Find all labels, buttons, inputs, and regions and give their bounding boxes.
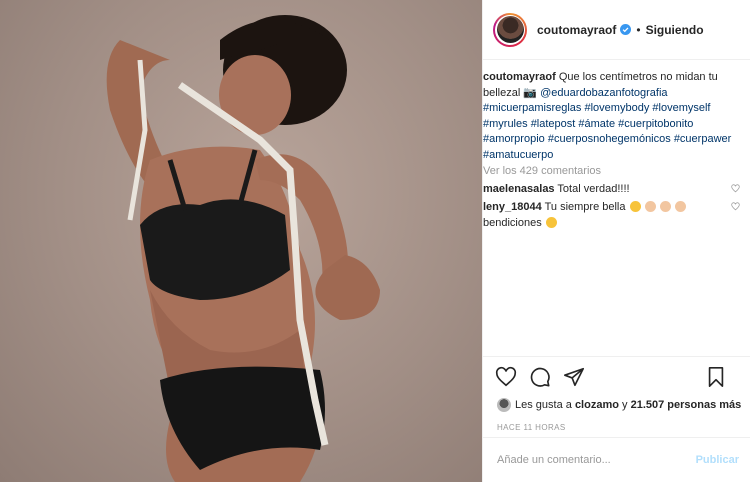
heart-icon[interactable]: [495, 366, 517, 388]
comments-area: coutomayraof Que los centímetros no mida…: [483, 60, 750, 356]
hashtag-link[interactable]: #myrules: [483, 118, 528, 130]
hashtag-link[interactable]: #cuerposnohegemónicos: [548, 133, 671, 145]
post-actions: Les gusta a clozamo y 21.507 personas má…: [483, 356, 750, 432]
add-comment-bar: Publicar: [483, 437, 750, 482]
header-username[interactable]: coutomayraof: [537, 23, 616, 37]
post-header: coutomayraof • Siguiendo: [483, 0, 750, 60]
hashtag-link[interactable]: #amorpropio: [483, 133, 545, 145]
photo-illustration: [106, 15, 380, 482]
comment-text: Tu siempre bella: [544, 201, 626, 213]
bookmark-icon[interactable]: [705, 366, 727, 388]
comment-username[interactable]: maelenasalas: [483, 183, 555, 195]
comment-username[interactable]: leny_18044: [483, 201, 542, 213]
likes-summary: Les gusta a clozamo y 21.507 personas má…: [483, 397, 750, 413]
comment-text: Total verdad!!!!: [557, 183, 630, 195]
kiss-emoji: [545, 217, 557, 228]
hashtag-link[interactable]: #lovemybody: [585, 102, 650, 114]
likes-count[interactable]: 21.507 personas más: [631, 399, 742, 411]
comment-item: leny_18044 Tu siempre bella bendiciones: [483, 199, 740, 231]
action-bar: [483, 357, 750, 397]
heart-icon[interactable]: [731, 184, 740, 193]
hashtag-link[interactable]: #ámate: [578, 118, 615, 130]
likes-middle: y: [622, 399, 628, 411]
post-side-panel: coutomayraof • Siguiendo coutomayraof Qu…: [482, 0, 750, 482]
hashtag-link[interactable]: #micuerpamisreglas: [483, 102, 581, 114]
verified-icon: [620, 24, 632, 35]
caption-mention[interactable]: @eduardobazanfotografia: [540, 87, 667, 99]
heart-eyes-emoji: [629, 201, 641, 212]
hashtag-link[interactable]: #cuerpitobonito: [618, 118, 693, 130]
liker-avatar[interactable]: [497, 398, 511, 412]
liker-username[interactable]: clozamo: [575, 399, 619, 411]
profile-avatar[interactable]: [493, 12, 527, 47]
share-icon[interactable]: [563, 366, 585, 388]
clap-emoji: [659, 201, 671, 212]
post-caption: coutomayraof Que los centímetros no mida…: [483, 70, 740, 163]
hashtag-link[interactable]: #cuerpawer: [674, 133, 731, 145]
publish-button[interactable]: Publicar: [696, 454, 739, 466]
post-photo[interactable]: [0, 0, 482, 482]
likes-prefix: Les gusta a: [515, 399, 572, 411]
clap-emoji: [644, 201, 656, 212]
view-all-comments-link[interactable]: Ver los 429 comentarios: [483, 164, 740, 179]
clap-emoji: [674, 201, 686, 212]
hashtag-link[interactable]: #latepost: [531, 118, 576, 130]
camera-emoji: 📷: [523, 86, 538, 99]
hashtag-link[interactable]: #lovemyself: [652, 102, 710, 114]
comment-text-continued: bendiciones: [483, 217, 542, 229]
hashtag-link[interactable]: #amatucuerpo: [483, 149, 553, 161]
post-timestamp[interactable]: HACE 11 HORAS: [483, 423, 750, 432]
comment-input[interactable]: [497, 454, 677, 466]
comment-icon[interactable]: [529, 366, 551, 388]
heart-icon[interactable]: [731, 202, 740, 211]
caption-username[interactable]: coutomayraof: [483, 71, 556, 83]
header-separator: •: [636, 22, 641, 37]
comment-item: maelenasalas Total verdad!!!!: [483, 181, 740, 197]
following-button[interactable]: Siguiendo: [646, 23, 704, 37]
